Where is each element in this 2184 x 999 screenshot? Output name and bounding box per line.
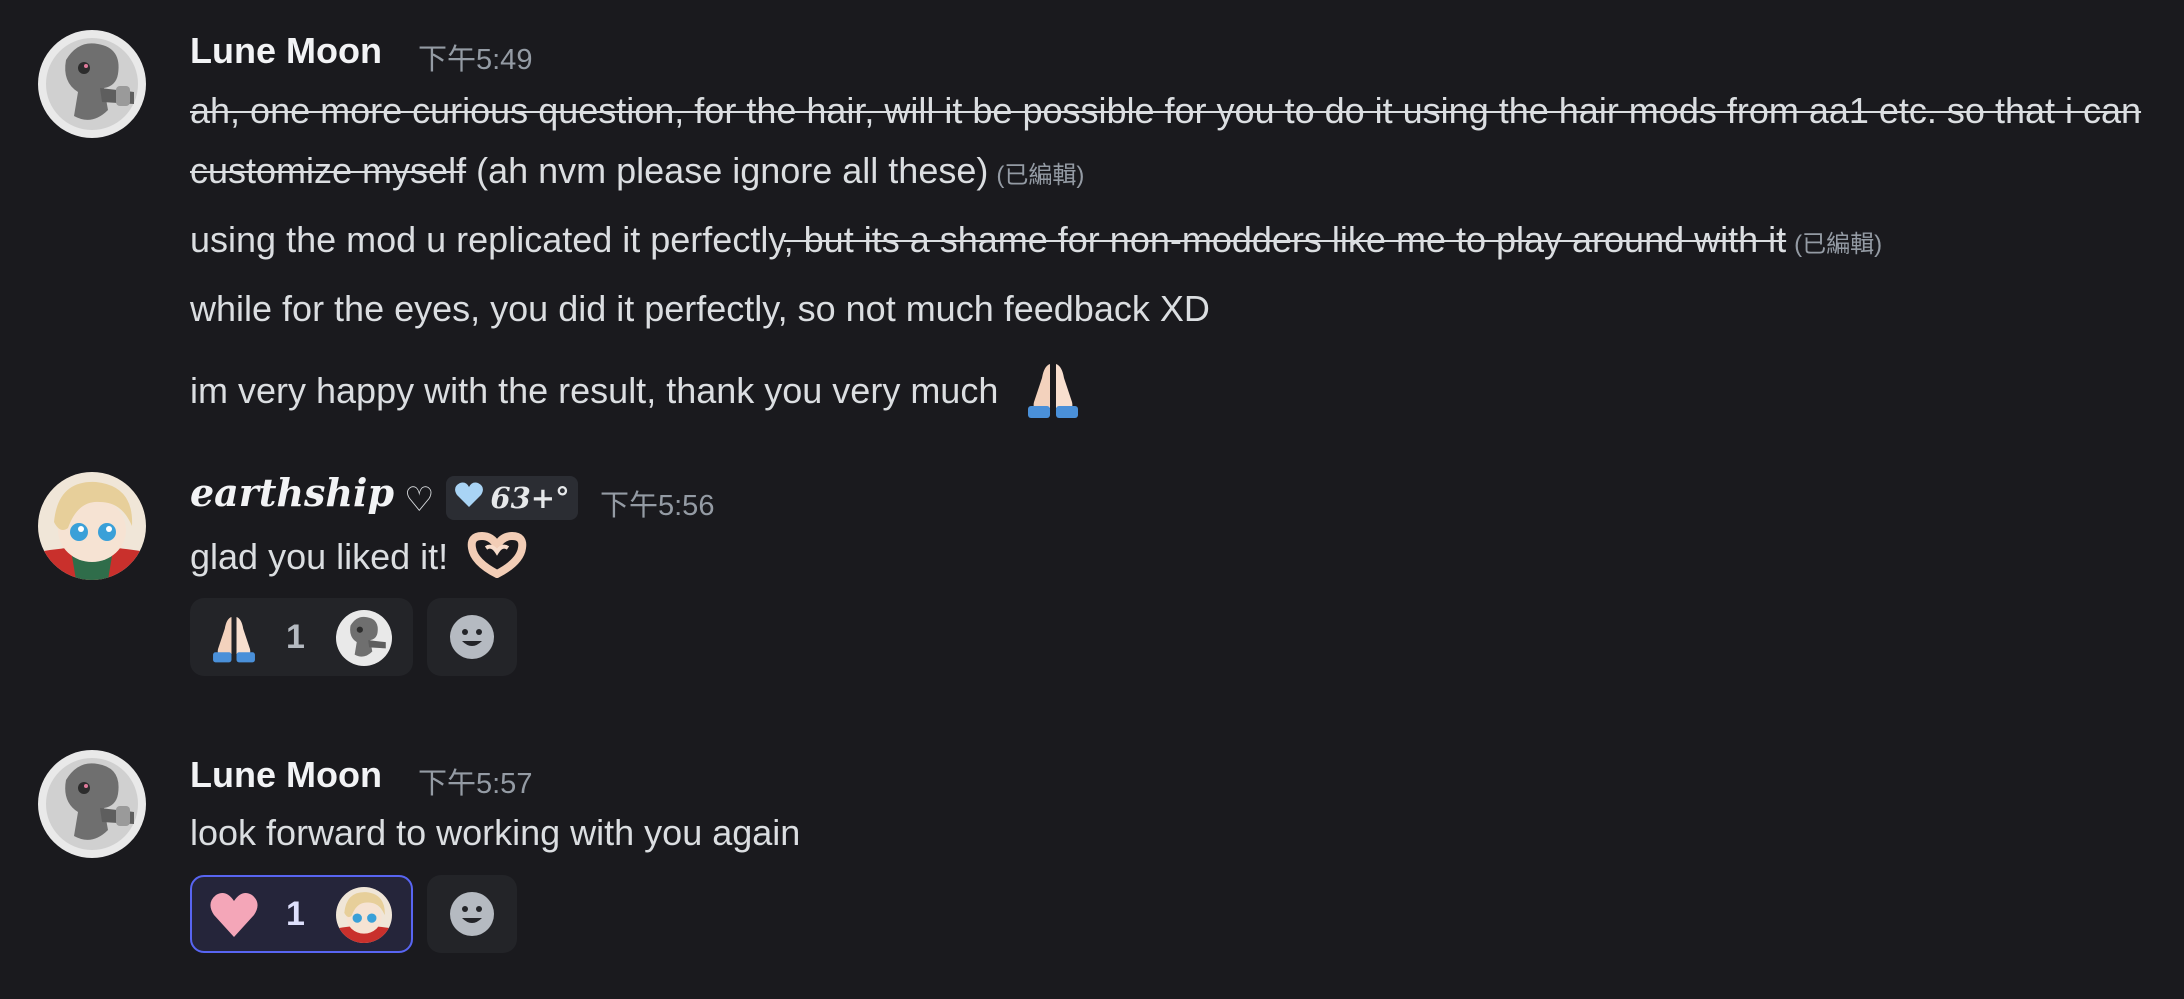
- edited-marker: (已編輯): [996, 162, 1085, 189]
- message-text: using the mod u replicated it perfectly: [190, 219, 784, 260]
- struck-text: customize myself: [190, 150, 467, 191]
- server-tag-badge[interactable]: 63+°: [446, 476, 578, 520]
- reaction-pink-heart[interactable]: 1: [190, 875, 413, 953]
- message-line: glad you liked it!: [190, 531, 528, 587]
- smiley-icon: [450, 615, 494, 659]
- reaction-folded-hands[interactable]: 1: [190, 598, 413, 676]
- avatar-lune-moon[interactable]: [38, 30, 146, 138]
- folded-hands-icon: [1022, 358, 1084, 429]
- reaction-count: 1: [286, 895, 305, 933]
- message-text: glad you liked it!: [190, 536, 449, 578]
- reactor-avatar: [336, 887, 392, 943]
- blue-heart-icon: [454, 481, 484, 516]
- message-timestamp: 下午5:57: [418, 768, 533, 800]
- smiley-icon: [450, 892, 494, 936]
- message-text: (ah nvm please ignore all these): [466, 150, 989, 191]
- reaction-count: 1: [286, 618, 305, 656]
- message-line: while for the eyes, you did it perfectly…: [190, 288, 1210, 330]
- message-line: using the mod u replicated it perfectly,…: [190, 219, 1882, 261]
- author-suffix: ♡: [404, 481, 435, 519]
- avatar-earthship[interactable]: [38, 472, 146, 580]
- reactor-avatar: [336, 610, 392, 666]
- message-author[interactable]: Lune Moon: [190, 754, 382, 796]
- message-line: customize myself (ah nvm please ignore a…: [190, 150, 1084, 192]
- message-text: im very happy with the result, thank you…: [190, 370, 999, 412]
- message-text: look forward to working with you again: [190, 812, 801, 853]
- struck-text: , but its a shame for non-modders like m…: [783, 219, 1787, 260]
- avatar-lune-moon[interactable]: [38, 750, 146, 858]
- message-author[interactable]: earthship: [190, 470, 394, 515]
- message-timestamp: 下午5:56: [600, 490, 715, 522]
- message-text: while for the eyes, you did it perfectly…: [190, 288, 1210, 329]
- add-reaction-button[interactable]: [427, 875, 517, 953]
- message-author[interactable]: Lune Moon: [190, 30, 382, 72]
- add-reaction-button[interactable]: [427, 598, 517, 676]
- edited-marker: (已編輯): [1794, 231, 1883, 258]
- badge-label: 63+°: [490, 481, 570, 515]
- heart-hands-icon: [466, 531, 528, 587]
- message-line: look forward to working with you again: [190, 812, 800, 854]
- struck-text: ah, one more curious question, for the h…: [190, 90, 2142, 131]
- pink-heart-icon: [210, 893, 258, 937]
- message-timestamp: 下午5:49: [418, 44, 533, 76]
- folded-hands-icon: [213, 617, 255, 663]
- message-line: im very happy with the result, thank you…: [190, 358, 1084, 429]
- message-line: ah, one more curious question, for the h…: [190, 90, 2141, 132]
